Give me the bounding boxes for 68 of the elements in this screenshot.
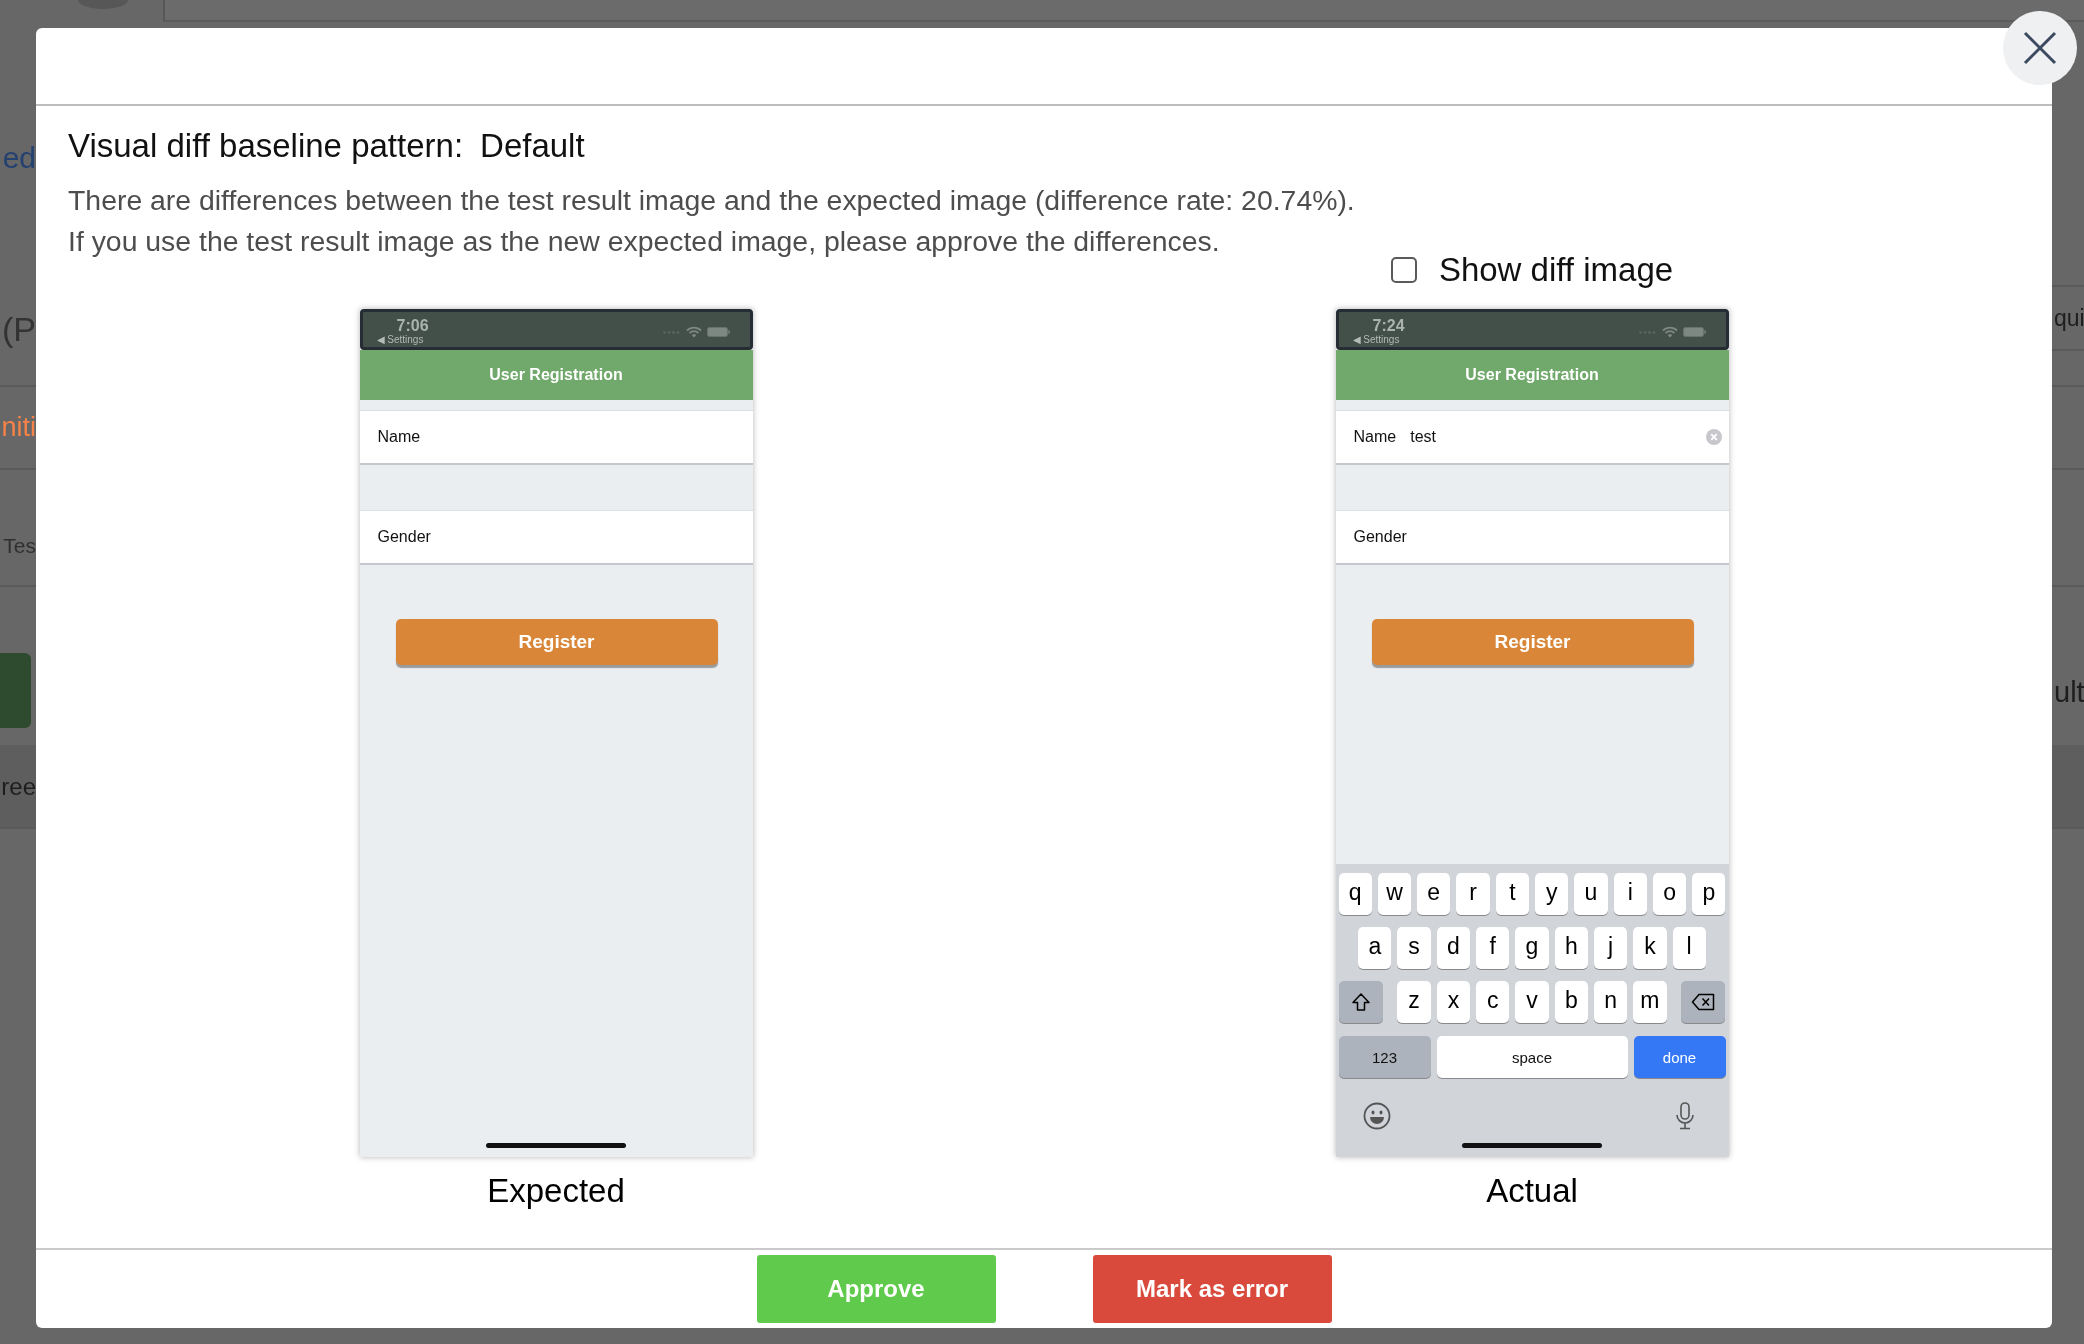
status-time: 7:06 [396, 317, 429, 334]
keyboard-key[interactable]: q [1338, 873, 1372, 915]
keyboard-key[interactable]: g [1515, 927, 1549, 969]
field-label: Gender [1353, 528, 1407, 546]
keyboard-key[interactable]: j [1593, 927, 1628, 969]
page-status-text: niti [1, 411, 36, 444]
keyboard-key[interactable]: a [1358, 927, 1392, 969]
app-header: User Registration [1335, 350, 1729, 400]
page-text: qui [2054, 304, 2084, 333]
battery-icon [1682, 327, 1706, 337]
checkbox[interactable] [1390, 257, 1417, 283]
field-label: Name [377, 428, 421, 446]
close-icon [2023, 31, 2057, 65]
space-key[interactable]: space [1436, 1036, 1628, 1078]
keyboard-key[interactable]: c [1476, 981, 1510, 1023]
keyboard-key[interactable]: v [1515, 981, 1549, 1023]
message-text: If you use the test result image as the new expected image, please approve the differences. [68, 224, 1220, 259]
keyboard-key[interactable]: r [1456, 873, 1490, 915]
microphone-icon[interactable] [1674, 1102, 1695, 1130]
done-key[interactable]: done [1633, 1036, 1726, 1078]
keyboard-key[interactable]: e [1417, 873, 1451, 915]
delete-icon [1691, 993, 1716, 1011]
battery-icon [706, 327, 730, 337]
delete-key[interactable] [1681, 981, 1726, 1023]
message-text: There are differences between the test result image and the expected image (difference rate: 20.74%). [68, 183, 1355, 218]
form-row[interactable]: Name [359, 410, 753, 465]
wifi-icon [1661, 326, 1678, 338]
numbers-key[interactable]: 123 [1338, 1036, 1431, 1078]
keyboard-key[interactable]: o [1652, 873, 1687, 915]
baseline-pattern-value: Default [480, 126, 585, 166]
form-row[interactable]: Name test [1335, 410, 1729, 465]
screenshot-caption: Expected [487, 1171, 625, 1211]
keyboard-key[interactable]: w [1377, 873, 1412, 915]
keyboard-key[interactable]: m [1633, 981, 1667, 1023]
page-text: ult [2054, 675, 2084, 710]
keyboard-key[interactable]: b [1554, 981, 1588, 1023]
keyboard-key[interactable]: h [1554, 927, 1588, 969]
keyboard-key[interactable]: i [1613, 873, 1647, 915]
checkbox-label[interactable]: Show diff image [1438, 252, 1674, 288]
field-label: Name [1353, 428, 1397, 446]
form-row[interactable]: Gender [359, 510, 753, 565]
page-text: ree [1, 772, 36, 802]
keyboard-key[interactable]: p [1692, 873, 1726, 915]
keyboard-key[interactable]: k [1633, 927, 1667, 969]
field-label: Gender [377, 528, 431, 546]
keyboard-key[interactable]: d [1436, 927, 1471, 969]
keyboard-key[interactable]: t [1495, 873, 1529, 915]
field-value: test [1410, 428, 1437, 446]
keyboard-key[interactable]: f [1476, 927, 1510, 969]
keyboard-key[interactable]: l [1672, 927, 1706, 969]
keyboard-key[interactable]: z [1397, 981, 1431, 1023]
keyboard-key[interactable]: y [1535, 873, 1569, 915]
screenshot-caption: Actual [1486, 1171, 1578, 1211]
mark-as-error-button[interactable]: Mark as error [1092, 1255, 1332, 1323]
form-row[interactable]: Gender [1335, 510, 1729, 565]
emoji-icon[interactable] [1362, 1102, 1391, 1130]
app-header: User Registration [359, 350, 753, 400]
back-label: ◀ Settings [1352, 334, 1400, 346]
keyboard-key[interactable]: u [1574, 873, 1608, 915]
keyboard-key[interactable]: n [1593, 981, 1628, 1023]
wifi-icon [685, 326, 702, 338]
back-label: ◀ Settings [376, 334, 424, 346]
keyboard-key[interactable]: x [1436, 981, 1471, 1023]
status-time: 7:24 [1372, 317, 1405, 334]
baseline-pattern-label: Visual diff baseline pattern: [68, 126, 464, 166]
shift-icon [1350, 992, 1371, 1012]
keyboard-key[interactable]: s [1397, 927, 1431, 969]
shift-key[interactable] [1338, 981, 1383, 1023]
